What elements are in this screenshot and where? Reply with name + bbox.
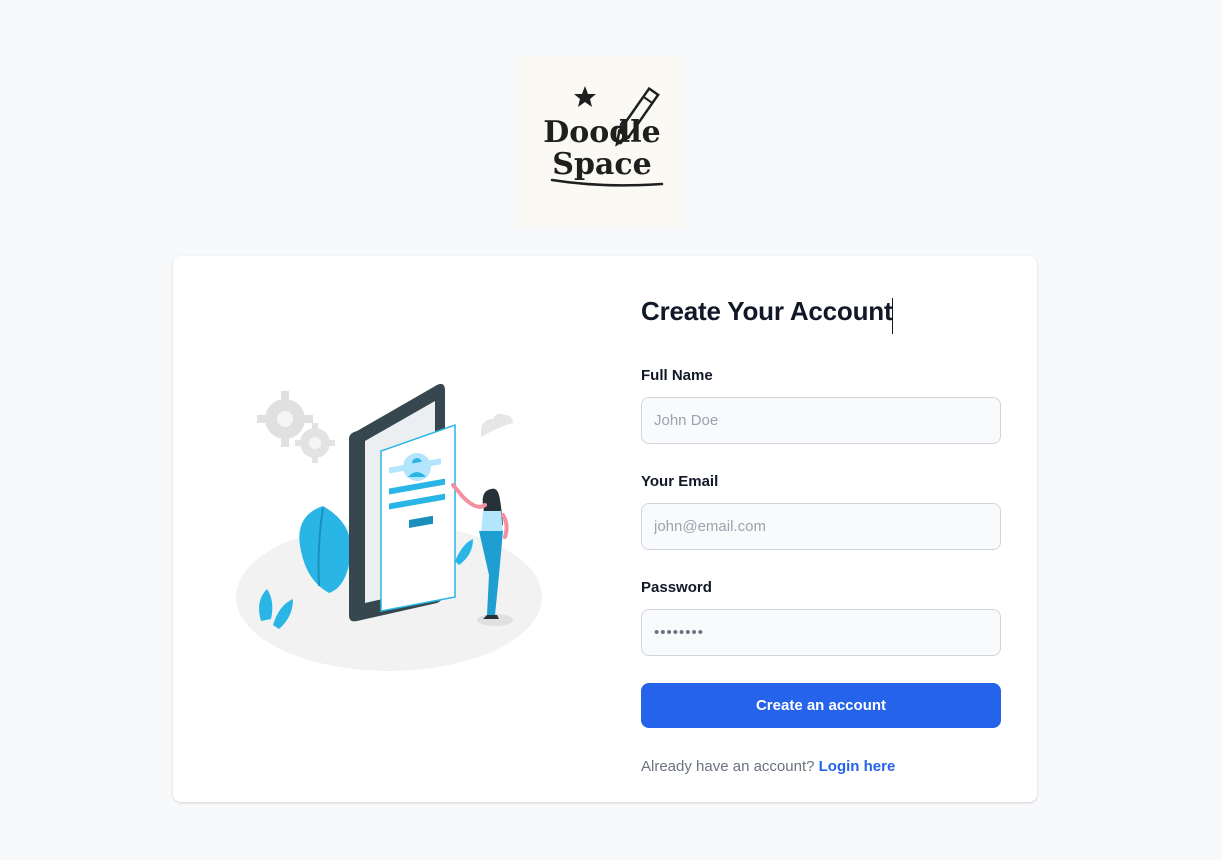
doodle-space-logo-icon: Doodle Space: [543, 86, 664, 187]
email-input[interactable]: [641, 503, 1001, 550]
full-name-label: Full Name: [641, 367, 713, 384]
logo-line1: Doodle: [543, 115, 661, 150]
password-input[interactable]: [641, 609, 1001, 656]
text-cursor: [892, 297, 894, 334]
page-title: Create Your Account: [641, 296, 893, 326]
logo: Doodle Space: [516, 56, 684, 226]
signup-illustration: [233, 381, 553, 681]
full-name-input[interactable]: [641, 397, 1001, 444]
signup-card: Create Your Account Full Name Your Email…: [173, 256, 1037, 802]
password-label: Password: [641, 579, 712, 596]
phone-signup-illustration-icon: [236, 383, 542, 671]
email-label: Your Email: [641, 473, 719, 490]
login-prompt-row: Already have an account? Login here: [641, 757, 1001, 777]
logo-line2: Space: [552, 147, 651, 182]
create-account-button[interactable]: Create an account: [641, 683, 1001, 728]
signup-form: Create Your Account Full Name Your Email…: [641, 290, 1001, 777]
login-link[interactable]: Login here: [819, 758, 896, 775]
login-prompt-text: Already have an account?: [641, 758, 815, 775]
